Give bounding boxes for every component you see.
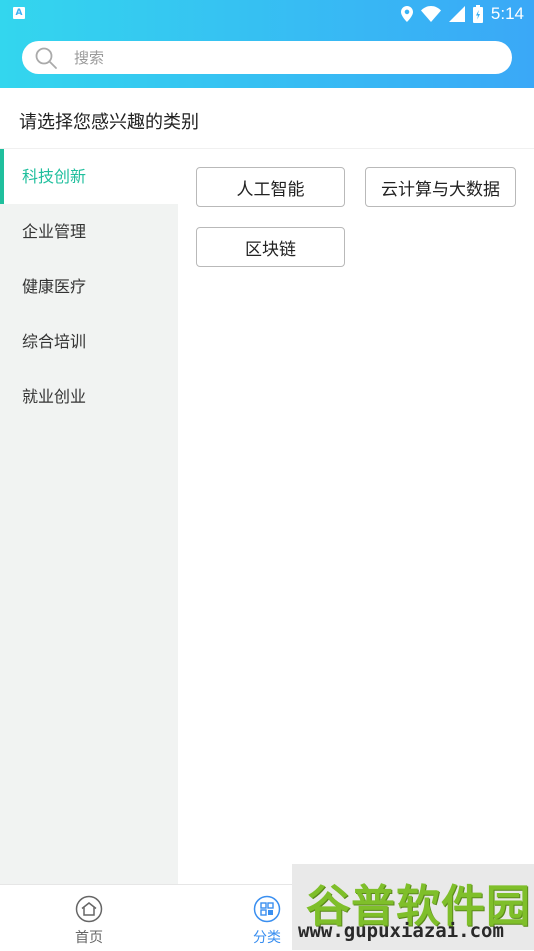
watermark-url: www.gupuxiazai.com [298, 920, 504, 942]
status-indicators: 5:14 [400, 3, 524, 25]
sidebar-item-general-training[interactable]: 综合培训 [0, 314, 178, 369]
wifi-icon [420, 6, 441, 22]
category-sidebar: 科技创新 企业管理 健康医疗 综合培训 就业创业 [0, 149, 178, 884]
home-icon [75, 895, 103, 923]
sidebar-item-business-management[interactable]: 企业管理 [0, 204, 178, 259]
sidebar-item-health-medical[interactable]: 健康医疗 [0, 259, 178, 314]
tag-ai[interactable]: 人工智能 [196, 167, 345, 207]
battery-icon [472, 5, 483, 23]
nav-home[interactable]: 首页 [49, 895, 129, 947]
app-notification-icon: A [13, 7, 25, 19]
nav-home-label: 首页 [75, 930, 103, 946]
sidebar-item-employment[interactable]: 就业创业 [0, 369, 178, 424]
search-icon [35, 47, 57, 69]
search-bar[interactable] [22, 41, 512, 74]
signal-icon [448, 6, 465, 22]
tag-cloud-big-data[interactable]: 云计算与大数据 [365, 167, 516, 207]
page-title: 请选择您感兴趣的类别 [19, 112, 199, 133]
search-input[interactable] [74, 41, 494, 74]
status-bar: A 5:14 [0, 0, 534, 28]
tag-blockchain[interactable]: 区块链 [196, 227, 345, 267]
category-icon [253, 895, 281, 923]
app-header: A 5:14 [0, 0, 534, 88]
sidebar-item-tech-innovation[interactable]: 科技创新 [0, 149, 178, 204]
status-time: 5:14 [490, 4, 524, 23]
location-icon [400, 6, 413, 22]
watermark: 谷普软件园 www.gupuxiazai.com [292, 864, 534, 950]
